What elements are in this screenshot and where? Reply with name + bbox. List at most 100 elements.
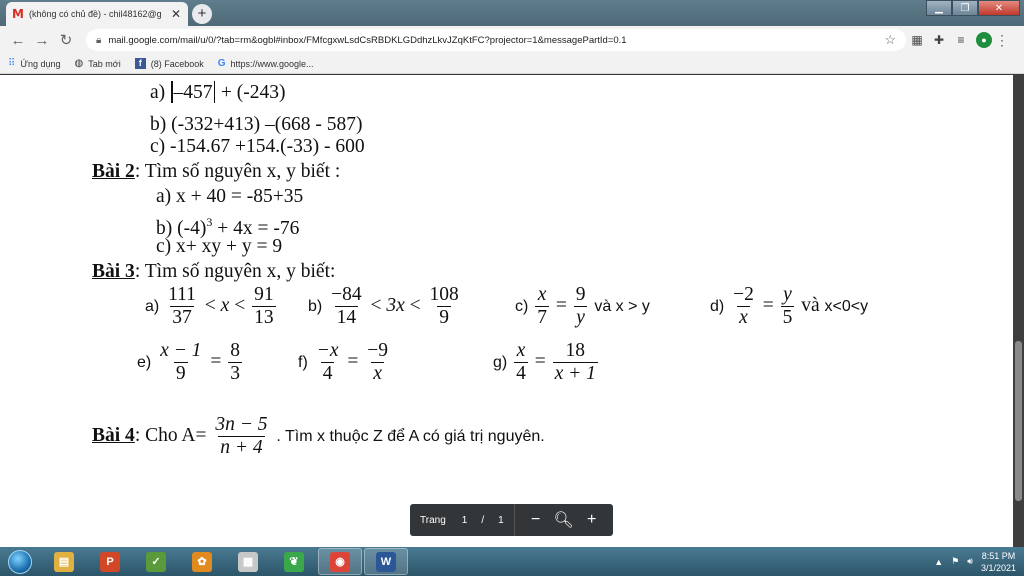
taskbar-app-word[interactable]: W [364, 548, 408, 575]
fraction: y5 [780, 284, 795, 328]
fraction: −84 14 [329, 285, 364, 328]
current-page[interactable]: 1 [462, 515, 468, 526]
apps-grid-icon: ⠿ [8, 58, 16, 69]
operator: = [534, 350, 546, 372]
fraction: 3n − 5n + 4 [213, 415, 269, 458]
fraction: x − 19 [158, 341, 203, 384]
fraction: 18 x + 1 [552, 341, 598, 384]
browser-toolbar: ← → ↻ 🔒︎ mail.google.com/mail/u/0/?tab=r… [0, 26, 1024, 54]
exercise-3b: b) −84 14 < 3x < 108 9 [308, 285, 463, 328]
start-button[interactable] [0, 547, 40, 576]
forward-arrow-icon[interactable]: → [30, 32, 54, 49]
bookmark-new-tab[interactable]: ◍ Tab mới [75, 58, 121, 69]
reading-list-icon[interactable]: ≡ [950, 33, 972, 47]
exercise-title: Bài 2 [92, 161, 135, 182]
exercise-1a: a) –457 + (-243) [150, 81, 286, 104]
close-window-button[interactable]: ✕ [978, 0, 1020, 16]
reload-icon[interactable]: ↻ [54, 31, 78, 49]
close-tab-icon[interactable]: ✕ [170, 7, 182, 21]
denominator: 3 [228, 362, 242, 384]
numerator: 8 [230, 340, 240, 361]
fraction: 83 [228, 341, 242, 384]
fraction: −x 4 [315, 341, 341, 384]
clock[interactable]: 8:51 PM 3/1/2021 [981, 550, 1016, 574]
extension-grid-icon[interactable]: ▦ [906, 33, 928, 47]
exercise-title: Bài 4 [92, 424, 135, 446]
exercise-3g: g) x4 = 18 x + 1 [493, 341, 600, 384]
exercise-title: Bài 3 [92, 261, 135, 282]
taskbar-app-file-explorer[interactable]: ▤ [42, 548, 86, 575]
taskbar-app-gear-app[interactable]: ✿ [180, 548, 224, 575]
fraction: x4 [514, 341, 528, 384]
taskbar-app-chart-app[interactable]: ✓ [134, 548, 178, 575]
abs-bar-left [171, 81, 173, 103]
flag-icon[interactable]: ⚑ [951, 556, 959, 567]
fraction: −9 x [365, 341, 390, 384]
taskbar: ▤ P ✓ ✿ ▦ ❦ ◉ W ▲ ⚑ 🔊︎ 8:51 PM 3/1/2021 [0, 547, 1024, 576]
globe-icon: ◍ [74, 58, 84, 69]
label: e) [137, 353, 152, 371]
gmail-icon: M [12, 7, 24, 21]
google-icon: G [217, 58, 226, 69]
bookmark-google[interactable]: G https://www.google... [218, 58, 314, 69]
fraction: 91 13 [252, 285, 276, 328]
page-separator: / [481, 514, 485, 526]
condition: và x > y [594, 297, 650, 315]
bookmark-apps[interactable]: ⠿ Ứng dụng [8, 58, 61, 69]
label: g) [493, 353, 508, 371]
zoom-out-button[interactable]: − [525, 511, 547, 529]
numerator: −x [316, 340, 339, 361]
expression: : Cho A= [134, 424, 207, 446]
zoom-icon[interactable]: 🔍︎ [553, 510, 575, 530]
powerpoint-icon: P [100, 551, 120, 572]
denominator: 14 [334, 306, 359, 328]
menu-dots-icon[interactable]: ⋮ [992, 32, 1012, 49]
conjunction: và [801, 294, 820, 316]
chrome-icon: ◉ [330, 551, 350, 572]
denominator: n + 4 [218, 436, 265, 458]
zoom-in-button[interactable]: + [581, 511, 603, 529]
new-tab-button[interactable]: + [192, 4, 212, 24]
taskbar-app-powerpoint[interactable]: P [88, 548, 132, 575]
tab-title: (không có chủ đề) - chil48162@g [28, 9, 162, 19]
taskbar-app-paint[interactable]: ▦ [226, 548, 270, 575]
tray-arrow-icon[interactable]: ▲ [934, 557, 943, 567]
taskbar-app-chrome[interactable]: ◉ [318, 548, 362, 575]
denominator: 9 [173, 362, 188, 384]
numerator: y [783, 284, 792, 305]
gear-app-icon: ✿ [192, 551, 212, 572]
extensions-puzzle-icon[interactable]: ✚ [928, 33, 950, 47]
numerator: 108 [429, 284, 459, 305]
denominator: x [371, 362, 384, 384]
profile-avatar-icon[interactable]: ● [976, 32, 992, 48]
address-bar[interactable]: 🔒︎ mail.google.com/mail/u/0/?tab=rm&ogbl… [86, 29, 906, 51]
scrollbar-thumb[interactable] [1015, 341, 1022, 501]
vertical-scrollbar[interactable] [1013, 75, 1024, 547]
exercise-3c: c) x7 = 9y và x > y [515, 285, 650, 328]
operator: < [234, 294, 246, 316]
total-pages: 1 [498, 514, 504, 526]
operator: = [210, 350, 222, 372]
facebook-icon: f [134, 58, 146, 69]
back-arrow-icon[interactable]: ← [6, 32, 30, 49]
volume-icon[interactable]: 🔊︎ [967, 556, 973, 567]
tab-strip: M (không có chủ đề) - chil48162@g ✕ + ▁ … [0, 0, 1024, 26]
fraction: 111 37 [166, 285, 198, 328]
exercise-3-heading: Bài 3: Tìm số nguyên x, y biết: [92, 261, 335, 283]
taskbar-app-green-app[interactable]: ❦ [272, 548, 316, 575]
numerator: −9 [367, 340, 388, 361]
label: a) [145, 297, 160, 315]
bookmark-star-icon[interactable]: ☆ [884, 32, 896, 48]
exercise-1b: b) (-332+413) –(668 - 587) [150, 114, 363, 135]
numerator: 91 [254, 284, 274, 305]
abs-bar-right [213, 81, 216, 103]
numerator: −2 [733, 284, 754, 305]
expression: + (-243) [220, 82, 286, 103]
clock-time: 8:51 PM [981, 550, 1016, 561]
maximize-button[interactable]: ❐ [952, 0, 978, 16]
exercise-3d: d) −2 x = y5 và x<0<y [710, 285, 868, 328]
bookmark-facebook[interactable]: f (8) Facebook [134, 58, 204, 69]
denominator: y [574, 306, 587, 328]
browser-tab-gmail[interactable]: M (không có chủ đề) - chil48162@g ✕ [6, 2, 188, 26]
minimize-button[interactable]: ▁ [926, 0, 952, 16]
